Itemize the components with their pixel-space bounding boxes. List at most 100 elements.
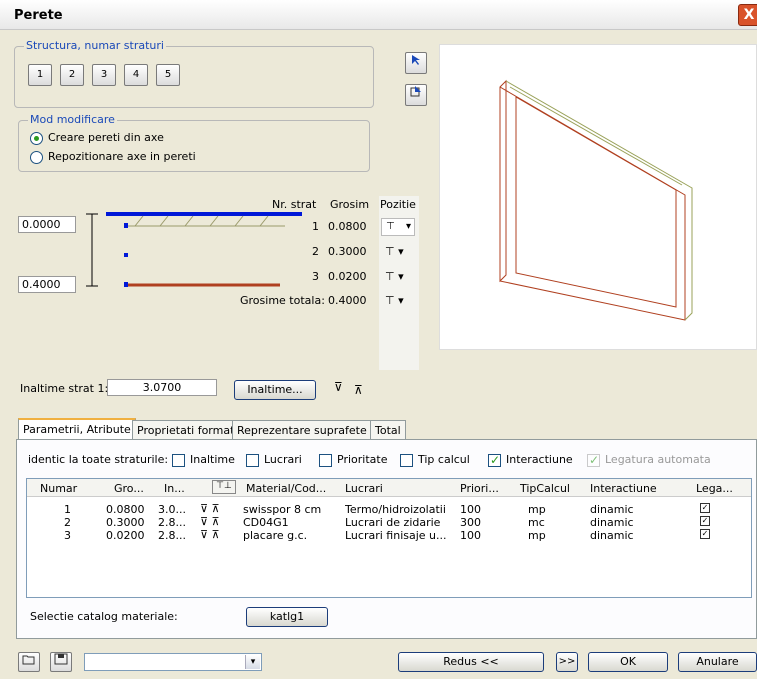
row-3-align-icon: ⊽ ⊼: [200, 528, 220, 541]
align-bottom-icon[interactable]: ⊼: [354, 383, 363, 397]
dialog-window: Perete X Structura, numar straturi 1 2 3…: [0, 0, 757, 679]
row-2-align-icon: ⊽ ⊼: [200, 515, 220, 528]
identic-works-checkbox[interactable]: [246, 454, 259, 467]
row-2-interaction: dinamic: [590, 516, 634, 529]
layer-2-position-select[interactable]: ⊤ ▾: [385, 245, 404, 258]
catalog-label: Selectie catalog materiale:: [30, 610, 178, 623]
mode-group: [18, 120, 370, 172]
col-header-link[interactable]: Lega...: [696, 482, 733, 495]
close-button[interactable]: X: [738, 4, 757, 26]
row-3-link-checkbox[interactable]: ✓: [700, 529, 710, 539]
layer-count-5-button[interactable]: 5: [156, 64, 180, 86]
row-3-thickness: 0.0200: [106, 529, 145, 542]
tab-format-properties[interactable]: Proprietati format: [132, 420, 240, 440]
reduce-button[interactable]: Redus <<: [398, 652, 544, 672]
tab-surface-representation[interactable]: Reprezentare suprafete: [232, 420, 372, 440]
col-header-number[interactable]: Numar: [40, 482, 77, 495]
row-3-calc-type: mp: [528, 529, 546, 542]
row-3-interaction: dinamic: [590, 529, 634, 542]
identic-priority-label: Prioritate: [337, 453, 388, 466]
identic-interaction-checkbox[interactable]: [488, 453, 501, 467]
row-2-height: 2.8...: [158, 516, 186, 529]
top-offset-field[interactable]: 0.0000: [18, 216, 76, 233]
identic-interaction-label: Interactiune: [506, 453, 573, 466]
layer-1-position-select[interactable]: ⊤ ▾: [381, 218, 415, 236]
row-1-height: 3.0...: [158, 503, 186, 516]
total-position-select[interactable]: ⊤ ▾: [385, 294, 404, 307]
total-thickness-label: Grosime totala:: [240, 294, 325, 307]
cancel-button[interactable]: Anulare: [678, 652, 757, 672]
layer-count-4-button[interactable]: 4: [124, 64, 148, 86]
row-1-thickness: 0.0800: [106, 503, 145, 516]
mode-radio-create[interactable]: [30, 132, 43, 145]
col-header-interaction[interactable]: Interactiune: [590, 482, 657, 495]
identic-calc-type-label: Tip calcul: [418, 453, 470, 466]
layer-count-1-button[interactable]: 1: [28, 64, 52, 86]
open-folder-icon[interactable]: [18, 652, 40, 672]
row-3-material: placare g.c.: [243, 529, 308, 542]
bottom-offset-field[interactable]: 0.4000: [18, 276, 76, 293]
col-header-priority[interactable]: Priori...: [460, 482, 499, 495]
align-top-icon[interactable]: ⊽: [334, 380, 343, 394]
identic-calc-type-checkbox[interactable]: [400, 454, 413, 467]
layer-count-2-button[interactable]: 2: [60, 64, 84, 86]
identic-auto-link-label: Legatura automata: [605, 453, 711, 466]
title-bar: [0, 0, 757, 30]
window-title: Perete: [14, 8, 63, 23]
row-1-material: swisspor 8 cm: [243, 503, 322, 516]
save-disk-icon[interactable]: [50, 652, 72, 672]
identic-auto-link-checkbox[interactable]: [587, 453, 600, 467]
ok-button[interactable]: OK: [588, 652, 668, 672]
layer-diagram: [86, 212, 302, 287]
tab-total[interactable]: Total: [370, 420, 406, 440]
total-thickness-value: 0.4000: [328, 294, 367, 307]
height-field[interactable]: 3.0700: [107, 379, 217, 396]
tab-parameters[interactable]: Parametrii, Atribute: [18, 418, 136, 440]
col-header-align-icon[interactable]: ⊤⊥: [212, 480, 236, 494]
row-3-height: 2.8...: [158, 529, 186, 542]
identic-priority-checkbox[interactable]: [319, 454, 332, 467]
row-3-number: 3: [64, 529, 71, 542]
row-3-priority: 100: [460, 529, 481, 542]
wall-preview: [439, 44, 757, 350]
col-header-calc-type[interactable]: TipCalcul: [520, 482, 570, 495]
layer-3-nr: 3: [312, 270, 319, 283]
layer-3-position-select[interactable]: ⊤ ▾: [385, 270, 404, 283]
layer-1-nr: 1: [312, 220, 319, 233]
expand-button[interactable]: >>: [556, 652, 578, 672]
pick-arrow-icon[interactable]: [405, 52, 427, 74]
col-header-works[interactable]: Lucrari: [345, 482, 383, 495]
mode-radio-reposition[interactable]: [30, 151, 43, 164]
mode-label: Mod modificare: [28, 113, 117, 126]
height-button[interactable]: Inaltime...: [234, 380, 316, 400]
row-1-interaction: dinamic: [590, 503, 634, 516]
layer-3-thickness: 0.0200: [328, 270, 367, 283]
identic-height-checkbox[interactable]: [172, 454, 185, 467]
row-3-works: Lucrari finisaje u...: [345, 529, 447, 542]
favorites-dropdown[interactable]: ▾: [84, 653, 262, 671]
row-1-works: Termo/hidroizolatii: [345, 503, 446, 516]
layer-2-thickness: 0.3000: [328, 245, 367, 258]
transfer-icon[interactable]: [405, 84, 427, 106]
identic-works-label: Lucrari: [264, 453, 302, 466]
row-2-link-checkbox[interactable]: ✓: [700, 516, 710, 526]
col-header-material[interactable]: Material/Cod...: [246, 482, 326, 495]
row-1-link-checkbox[interactable]: ✓: [700, 503, 710, 513]
col-header-thickness[interactable]: Gro...: [114, 482, 144, 495]
height-label: Inaltime strat 1:: [20, 382, 109, 395]
layer-position-header: Pozitie: [380, 198, 416, 211]
catalog-button[interactable]: katlg1: [246, 607, 328, 627]
structure-label: Structura, numar straturi: [24, 39, 166, 52]
chevron-down-icon[interactable]: ▾: [245, 655, 260, 669]
identic-height-label: Inaltime: [190, 453, 235, 466]
row-1-number: 1: [64, 503, 71, 516]
col-header-height[interactable]: In...: [164, 482, 185, 495]
layer-count-3-button[interactable]: 3: [92, 64, 116, 86]
row-2-material: CD04G1: [243, 516, 289, 529]
row-1-priority: 100: [460, 503, 481, 516]
row-1-calc-type: mp: [528, 503, 546, 516]
row-2-thickness: 0.3000: [106, 516, 145, 529]
layer-1-thickness: 0.0800: [328, 220, 367, 233]
row-1-align-icon: ⊽ ⊼: [200, 502, 220, 515]
mode-option-create: Creare pereti din axe: [48, 131, 164, 144]
